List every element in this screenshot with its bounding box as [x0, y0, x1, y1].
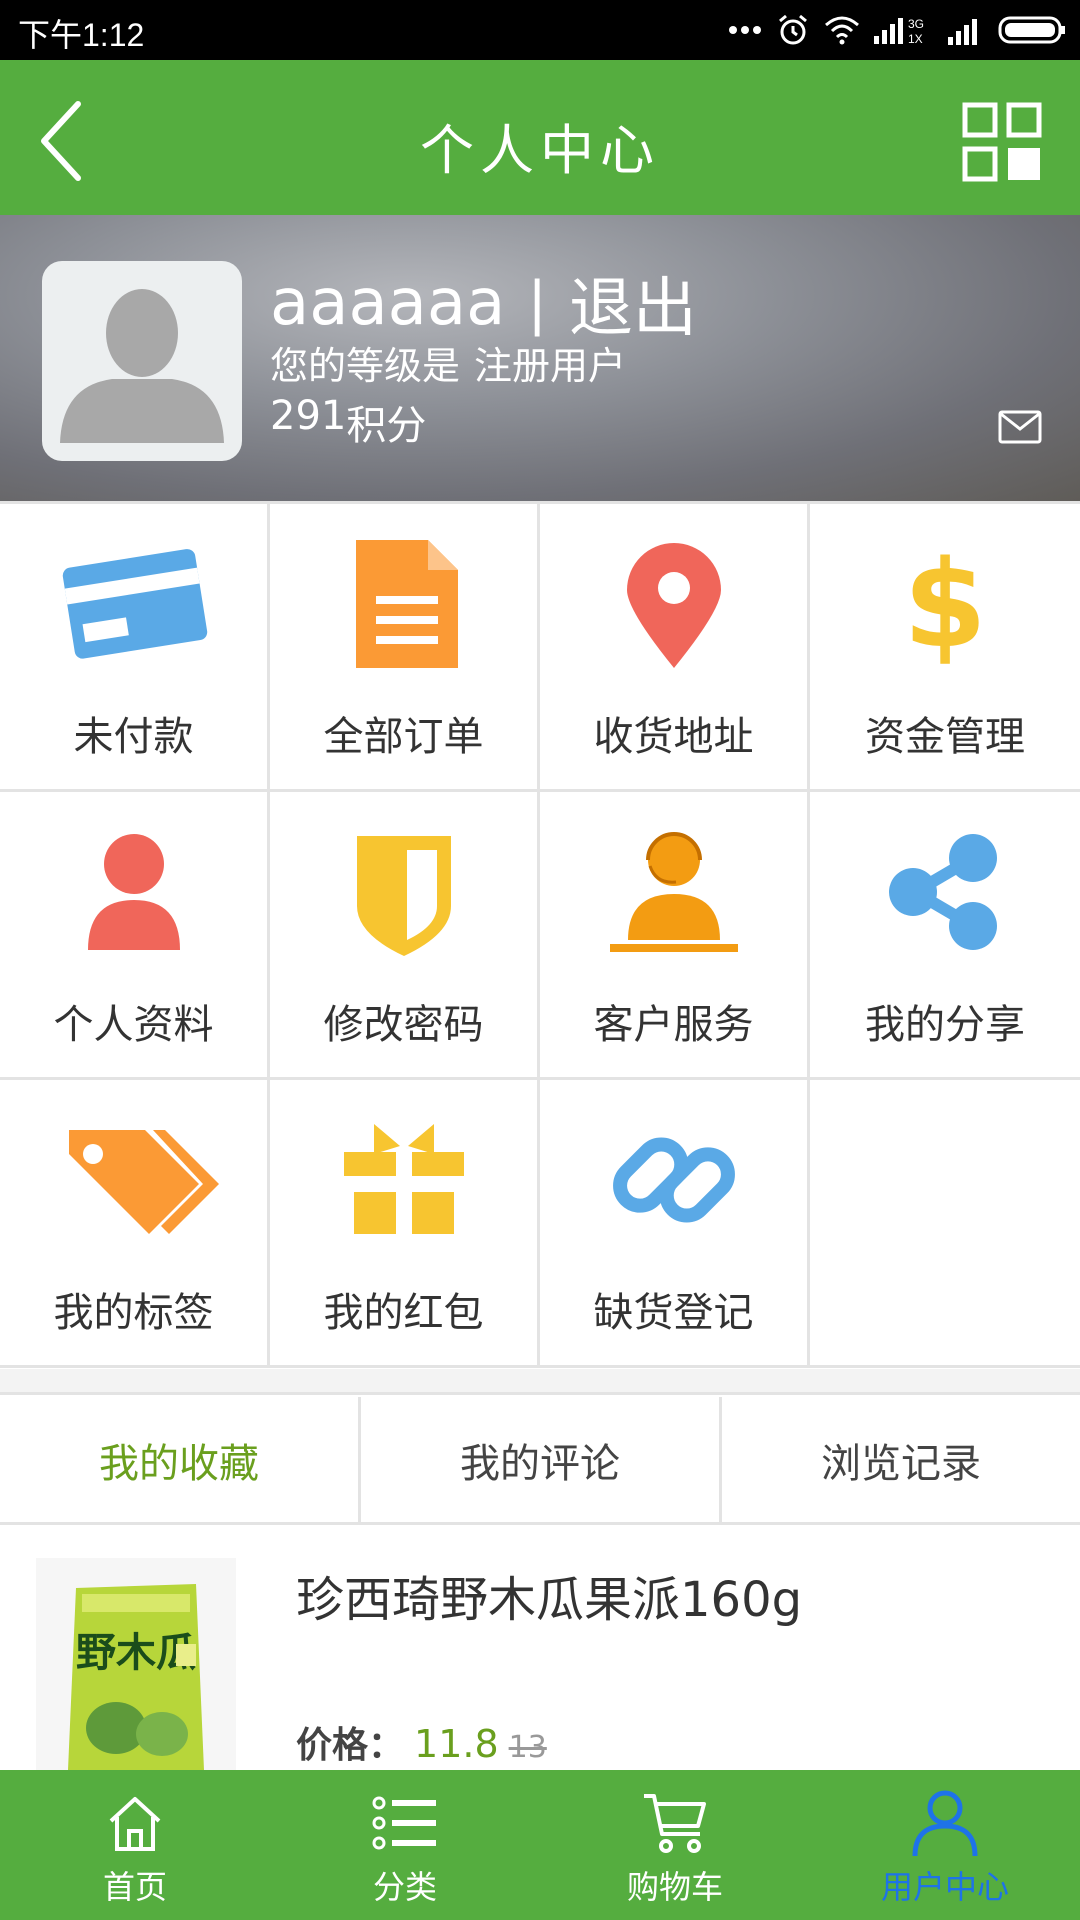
- name-separator: |: [527, 269, 547, 337]
- user-center-icon: [912, 1790, 978, 1857]
- svg-text:3G: 3G: [908, 17, 924, 31]
- product-price: 11.8: [414, 1722, 499, 1766]
- function-menu-grid: 未付款 全部订单 收货地址 $ 资金管理 个人资料 修改密码 客户服务 我的分享…: [0, 501, 1080, 1369]
- avatar[interactable]: [42, 261, 242, 461]
- level-prefix: 您的等级是: [270, 344, 461, 388]
- profile-banner: aaaaaa | 退出 您的等级是 注册用户 291 积分: [0, 215, 1080, 501]
- menu-item-red-packet[interactable]: 我的红包: [270, 1080, 540, 1368]
- cart-icon: [644, 1794, 706, 1853]
- menu-item-label: 修改密码: [323, 1002, 484, 1048]
- username: aaaaaa: [270, 266, 506, 340]
- signal-icon: [948, 19, 977, 45]
- menu-item-label: 全部订单: [323, 714, 484, 760]
- tag-icon: [68, 1130, 219, 1234]
- menu-item-all-orders[interactable]: 全部订单: [270, 504, 540, 792]
- customer-service-icon: [609, 832, 738, 952]
- menu-item-change-password[interactable]: 修改密码: [270, 792, 540, 1080]
- menu-item-customer-service[interactable]: 客户服务: [540, 792, 810, 1080]
- product-old-price: 13: [508, 1730, 547, 1765]
- nav-cart[interactable]: 购物车: [540, 1770, 810, 1920]
- favorite-product-item[interactable]: 野木瓜 珍西琦野木瓜果派160g 价格： 11.8 13: [0, 1528, 1080, 1770]
- tab-comments[interactable]: 我的评论: [361, 1397, 722, 1522]
- menu-item-tags[interactable]: 我的标签: [0, 1080, 270, 1368]
- signal-3g-icon: 3G1X: [874, 17, 924, 46]
- user-level: 您的等级是 注册用户: [270, 335, 626, 390]
- status-icons: 3G 1X: [728, 10, 1066, 50]
- page-title: 个人中心: [420, 119, 660, 182]
- tab-history[interactable]: 浏览记录: [722, 1397, 1080, 1522]
- menu-item-out-of-stock[interactable]: 缺货登记: [540, 1080, 810, 1368]
- avatar-placeholder-icon: [60, 289, 224, 443]
- status-bar: 下午1:12 3G 1X: [0, 0, 1080, 60]
- menu-item-funds[interactable]: $ 资金管理: [810, 504, 1080, 792]
- level-value: 注册用户: [474, 344, 627, 388]
- product-price-row: 价格： 11.8 13: [296, 1716, 547, 1768]
- points-unit: 积分: [346, 403, 427, 449]
- dollar-icon: $: [903, 536, 987, 674]
- nav-category[interactable]: 分类: [270, 1770, 540, 1920]
- svg-text:1X: 1X: [908, 32, 923, 46]
- points-value: 291: [270, 393, 347, 439]
- section-divider: [0, 1369, 1080, 1395]
- nav-home-label: 首页: [102, 1868, 167, 1906]
- wifi-icon: [825, 16, 859, 45]
- share-icon: [889, 834, 997, 950]
- menu-item-label: 我的标签: [53, 1290, 214, 1336]
- menu-item-label: 资金管理: [865, 714, 1025, 760]
- menu-item-share[interactable]: 我的分享: [810, 792, 1080, 1080]
- bottom-navigation: 首页 分类 购物车 用户中心: [0, 1770, 1080, 1920]
- mail-icon[interactable]: [998, 410, 1042, 444]
- shield-icon: [356, 836, 451, 956]
- list-icon: [372, 1796, 436, 1850]
- product-name[interactable]: 珍西琦野木瓜果派160g: [296, 1560, 802, 1630]
- menu-item-unpaid[interactable]: 未付款: [0, 504, 270, 792]
- menu-item-label: 缺货登记: [593, 1290, 754, 1336]
- product-thumbnail[interactable]: 野木瓜: [36, 1558, 236, 1770]
- gift-icon: [343, 1124, 464, 1234]
- nav-home[interactable]: 首页: [0, 1770, 270, 1920]
- nav-category-label: 分类: [372, 1868, 437, 1906]
- link-icon: [612, 1137, 735, 1223]
- menu-item-label: 我的红包: [323, 1290, 484, 1336]
- menu-item-address[interactable]: 收货地址: [540, 504, 810, 792]
- location-pin-icon: [626, 543, 721, 668]
- menu-item-label: 客户服务: [593, 1002, 754, 1048]
- menu-item-label: 未付款: [73, 714, 194, 760]
- menu-item-profile[interactable]: 个人资料: [0, 792, 270, 1080]
- menu-item-label: 个人资料: [53, 1002, 214, 1048]
- document-icon: [355, 540, 458, 668]
- nav-user-center[interactable]: 用户中心: [810, 1770, 1080, 1920]
- menu-item-label: 收货地址: [593, 714, 754, 760]
- menu-item-label: 我的分享: [865, 1002, 1025, 1048]
- svg-text:$: $: [903, 536, 987, 674]
- more-dots-icon: [729, 26, 761, 34]
- price-label: 价格：: [296, 1725, 405, 1766]
- battery-icon: [998, 16, 1065, 44]
- home-icon: [109, 1797, 161, 1851]
- user-icon: [87, 834, 180, 950]
- app-header: 个人中心: [0, 60, 1080, 215]
- nav-user-center-label: 用户中心: [880, 1868, 1009, 1906]
- user-points: 291 积分: [270, 393, 426, 451]
- credit-card-icon: [62, 549, 207, 659]
- collection-tabs: 我的收藏 我的评论 浏览记录: [0, 1397, 1080, 1525]
- tab-favorites[interactable]: 我的收藏: [0, 1397, 361, 1522]
- nav-cart-label: 购物车: [626, 1868, 723, 1906]
- menu-item-empty: [810, 1080, 1080, 1368]
- alarm-icon: [779, 14, 807, 45]
- grid-menu-icon[interactable]: [962, 102, 1042, 182]
- product-package-image: 野木瓜: [68, 1584, 204, 1770]
- status-time: 下午1:12: [18, 17, 145, 53]
